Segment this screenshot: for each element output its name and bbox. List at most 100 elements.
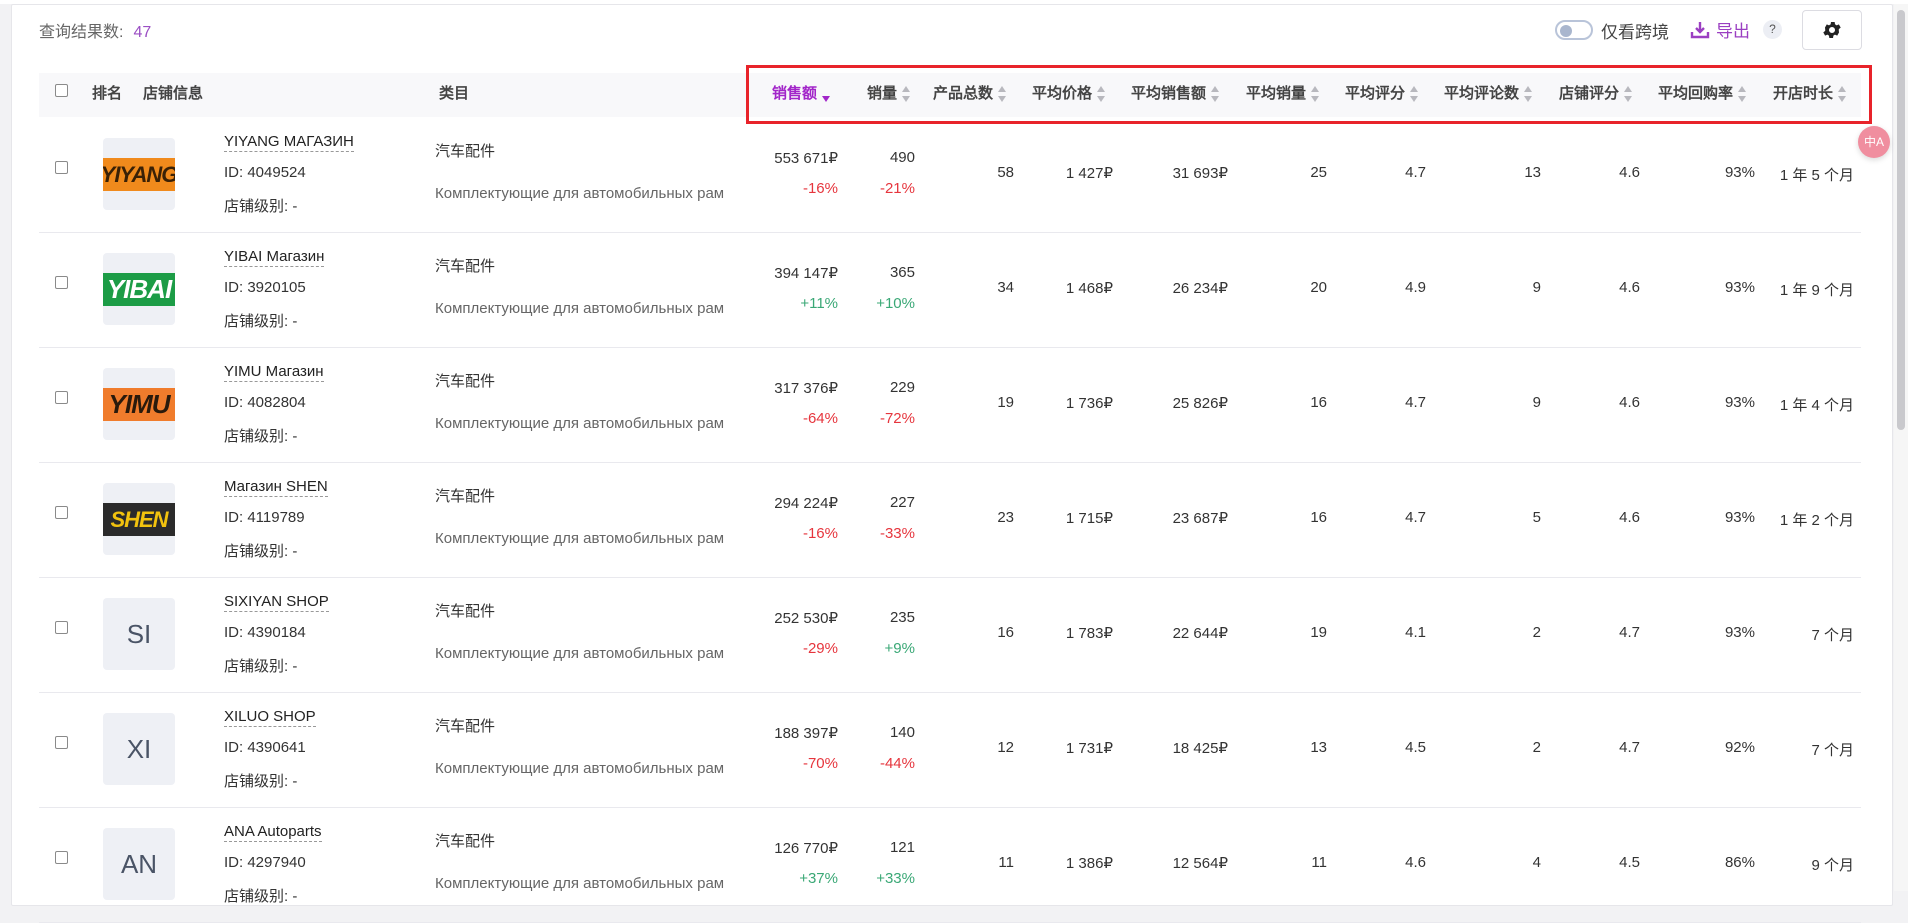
sales-value: 252 530₽ [774,610,838,627]
avg-price: 1 731₽ [1065,740,1113,757]
category-secondary: Комплектующие для автомобильных рам [435,645,725,662]
store-name-link[interactable]: XILUO SHOP [224,708,316,727]
cross-border-toggle[interactable] [1555,20,1593,40]
volume-value: 121 [889,839,915,856]
store-level: 店铺级别: - [224,888,298,905]
store-id: ID: 3920105 [224,279,306,296]
avg-reviews: 13 [1524,164,1541,181]
select-all-checkbox[interactable] [55,84,68,97]
sales-change: -29% [802,640,838,657]
store-name-link[interactable]: YIYANG МАГАЗИН [224,133,354,152]
store-id: ID: 4390184 [224,624,306,641]
category-primary: 汽车配件 [435,833,496,850]
product-count: 23 [997,509,1014,526]
avg-rating: 4.7 [1405,164,1426,181]
avg-rating: 4.7 [1405,509,1426,526]
sales-value: 553 671₽ [774,150,838,167]
row-checkbox[interactable] [55,621,68,634]
sales-change: +37% [799,870,838,887]
store-id: ID: 4390641 [224,739,306,756]
volume-value: 140 [889,724,915,741]
scrollbar[interactable] [1894,4,1908,891]
col-category: 类目 [439,85,470,102]
result-count: 查询结果数: 47 [39,18,151,42]
product-count: 16 [997,624,1014,641]
store-name-link[interactable]: ANA Autoparts [224,823,322,842]
product-count: 11 [998,854,1014,871]
store-logo: YIMU [103,368,175,440]
translate-icon[interactable]: 中A [1858,126,1890,158]
store-logo: SI [103,598,175,670]
avg-sales: 26 234₽ [1172,280,1228,297]
avg-price: 1 783₽ [1065,625,1113,642]
gear-icon [1823,22,1841,38]
category-secondary: Комплектующие для автомобильных рам [435,760,725,777]
store-id: ID: 4082804 [224,394,306,411]
sales-value: 126 770₽ [774,840,838,857]
category-secondary: Комплектующие для автомобильных рам [435,875,725,892]
store-name-link[interactable]: SIXIYAN SHOP [224,593,329,612]
export-button[interactable]: 导出 [1690,17,1750,42]
result-count-value: 47 [133,24,152,41]
settings-button[interactable] [1802,10,1862,50]
avg-price: 1 427₽ [1065,165,1113,182]
avg-sales: 23 687₽ [1172,510,1228,527]
store-id: ID: 4119789 [224,509,305,526]
avg-volume: 13 [1310,739,1327,756]
avg-rating: 4.6 [1405,854,1426,871]
volume-change: -21% [879,180,915,197]
sales-value: 188 397₽ [774,725,838,742]
row-checkbox[interactable] [55,161,68,174]
category-primary: 汽车配件 [435,373,496,390]
store-name-link[interactable]: YIMU Магазин [224,363,324,382]
avg-price: 1 736₽ [1065,395,1113,412]
col-store: 店铺信息 [143,85,204,102]
row-checkbox[interactable] [55,506,68,519]
sales-value: 317 376₽ [774,380,838,397]
volume-change: +10% [876,295,915,312]
scrollbar-thumb[interactable] [1897,10,1905,430]
store-age: 1 年 4 个月 [1779,397,1854,414]
avg-volume: 19 [1310,624,1327,641]
category-primary: 汽车配件 [435,143,496,160]
row-checkbox[interactable] [55,391,68,404]
avg-reviews: 9 [1532,394,1541,411]
store-age: 1 年 5 个月 [1779,167,1854,184]
store-rating: 4.6 [1619,164,1640,181]
avg-reviews: 2 [1532,624,1541,641]
store-rating: 4.5 [1619,854,1640,871]
sales-value: 394 147₽ [774,265,838,282]
store-name-link[interactable]: YIBAI Магазин [224,248,325,267]
store-name-link[interactable]: Магазин SHEN [224,478,328,497]
store-logo: AN [103,828,175,900]
store-level: 店铺级别: - [224,428,298,445]
store-logo-image: SHEN [103,503,175,536]
avg-rating: 4.7 [1405,394,1426,411]
avg-sales: 12 564₽ [1172,855,1228,872]
help-icon[interactable]: ? [1763,20,1782,39]
repurchase-rate: 93% [1724,624,1755,641]
store-avatar-initials: SI [126,619,152,649]
row-checkbox[interactable] [55,276,68,289]
store-level: 店铺级别: - [224,543,298,560]
category-secondary: Комплектующие для автомобильных рам [435,415,725,432]
product-count: 34 [997,279,1014,296]
store-rating: 4.7 [1619,739,1640,756]
result-count-label: 查询结果数: [39,24,124,41]
store-logo-image: YIMU [103,388,175,421]
sales-change: -64% [802,410,838,427]
row-checkbox[interactable] [55,736,68,749]
volume-change: -72% [879,410,915,427]
export-label: 导出 [1716,22,1750,41]
volume-change: -33% [879,525,915,542]
avg-volume: 16 [1310,509,1327,526]
avg-volume: 25 [1310,164,1327,181]
store-age: 7 个月 [1811,627,1854,644]
repurchase-rate: 93% [1724,164,1755,181]
avg-reviews: 2 [1532,739,1541,756]
avg-rating: 4.5 [1405,739,1426,756]
product-count: 19 [997,394,1014,411]
avg-price: 1 715₽ [1065,510,1113,527]
row-checkbox[interactable] [55,851,68,864]
store-logo: YIYANG [103,138,175,210]
